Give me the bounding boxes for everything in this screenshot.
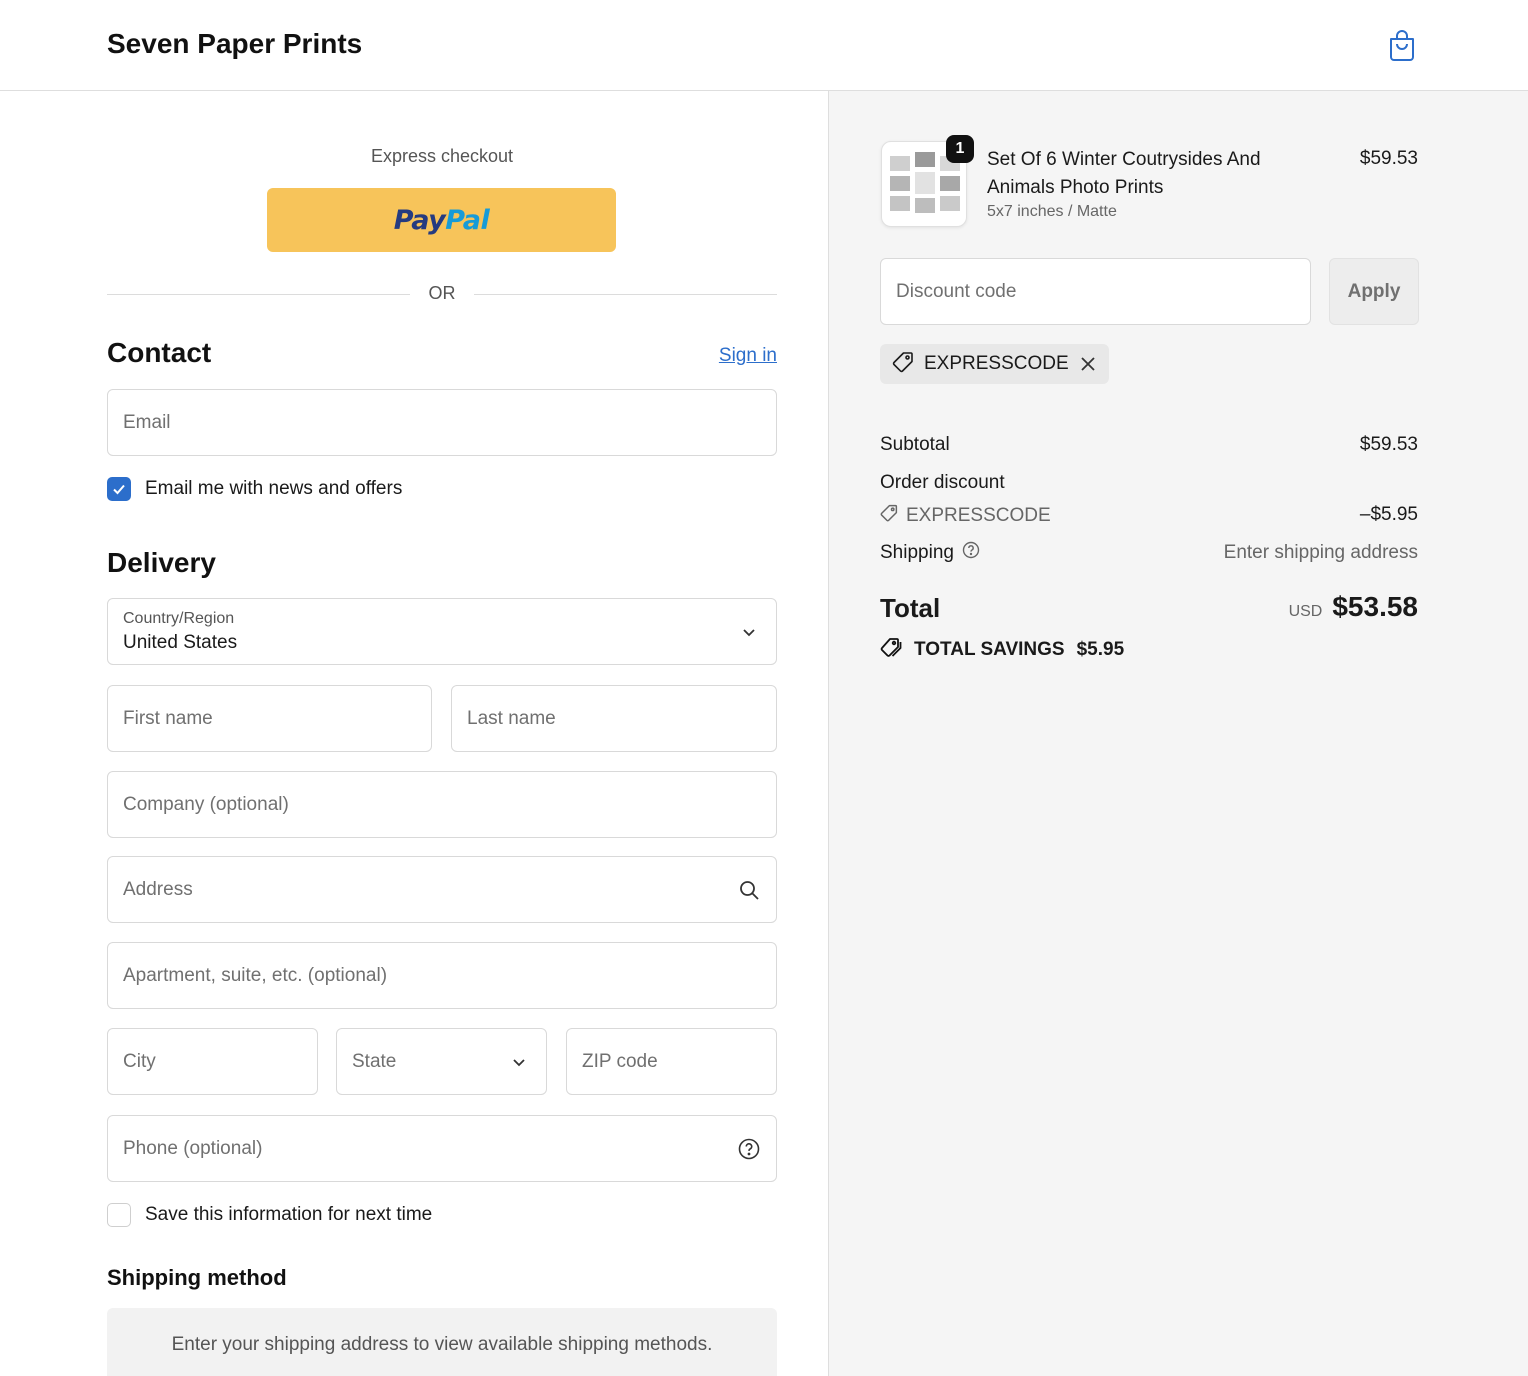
city-input[interactable]: [123, 1050, 302, 1073]
paypal-logo-pay: Pay: [393, 204, 446, 236]
shipping-row-label: Shipping: [880, 541, 980, 565]
state-select-label: State: [352, 1050, 397, 1072]
first-name-input[interactable]: [123, 707, 416, 730]
total-savings: TOTAL SAVINGS $5.95: [880, 636, 1124, 664]
sign-in-link[interactable]: Sign in: [719, 345, 777, 367]
chevron-down-icon: [508, 1051, 530, 1073]
save-info-label: Save this information for next time: [145, 1204, 433, 1225]
last-name-field[interactable]: [451, 685, 777, 752]
product-price: $59.53: [1359, 148, 1418, 169]
tag-icon: [892, 351, 914, 378]
paypal-button[interactable]: PayPal: [267, 188, 616, 252]
header: Seven Paper Prints: [0, 0, 1528, 91]
discount-code-field[interactable]: [880, 258, 1311, 325]
order-discount-code-text: EXPRESSCODE: [906, 505, 1051, 526]
address-input[interactable]: [123, 878, 761, 901]
order-summary: 1 Set Of 6 Winter Coutrysides And Animal…: [828, 91, 1528, 1376]
company-field[interactable]: [107, 771, 777, 838]
news-offers-checkbox-row[interactable]: Email me with news and offers: [107, 477, 402, 501]
divider-line-right: [474, 294, 777, 295]
zip-input[interactable]: [582, 1050, 761, 1073]
shipping-method-message: Enter your shipping address to view avai…: [107, 1308, 777, 1376]
email-field[interactable]: [107, 389, 777, 456]
city-field[interactable]: [107, 1028, 318, 1095]
apply-discount-button[interactable]: Apply: [1329, 258, 1419, 325]
apartment-field[interactable]: [107, 942, 777, 1009]
email-input[interactable]: [123, 411, 761, 434]
address-field[interactable]: [107, 856, 777, 923]
news-offers-label: Email me with news and offers: [145, 478, 403, 499]
company-input[interactable]: [123, 793, 761, 816]
search-icon[interactable]: [738, 879, 760, 901]
apartment-input[interactable]: [123, 964, 761, 987]
save-info-checkbox[interactable]: [107, 1203, 131, 1227]
state-select[interactable]: State: [336, 1028, 547, 1095]
save-info-checkbox-row[interactable]: Save this information for next time: [107, 1203, 432, 1227]
order-discount-label: Order discount: [880, 472, 1005, 493]
total-label: Total: [880, 593, 941, 623]
express-checkout-label: Express checkout: [370, 146, 514, 166]
contact-title: Contact: [107, 337, 212, 368]
country-value: United States: [123, 632, 238, 653]
subtotal-value: $59.53: [1359, 434, 1418, 455]
discount-code-input[interactable]: [896, 280, 1295, 303]
savings-label: TOTAL SAVINGS: [914, 639, 1065, 660]
paypal-logo-pal: Pal: [445, 204, 490, 236]
total-currency: USD: [1288, 603, 1323, 620]
checkmark-icon: [113, 484, 125, 495]
subtotal-label: Subtotal: [880, 434, 950, 455]
chevron-down-icon: [738, 621, 760, 643]
news-offers-checkbox[interactable]: [107, 477, 131, 501]
phone-input[interactable]: [123, 1137, 761, 1160]
applied-code-text: EXPRESSCODE: [924, 353, 1069, 374]
first-name-field[interactable]: [107, 685, 432, 752]
total-amount: $53.58: [1332, 591, 1418, 622]
quantity-badge: 1: [946, 135, 974, 163]
order-discount-value: –$5.95: [1359, 504, 1418, 525]
zip-field[interactable]: [566, 1028, 777, 1095]
applied-discount-chip: EXPRESSCODE: [880, 344, 1109, 384]
tag-icon: [880, 504, 898, 528]
country-label: Country/Region: [123, 610, 235, 627]
phone-field[interactable]: [107, 1115, 777, 1182]
remove-discount-icon[interactable]: [1079, 355, 1097, 373]
country-select[interactable]: Country/Region United States: [107, 598, 777, 665]
delivery-title: Delivery: [107, 547, 216, 578]
brand-title[interactable]: Seven Paper Prints: [107, 28, 362, 60]
checkout-form: Express checkout PayPal OR Contact Sign …: [107, 91, 777, 1376]
tags-icon: [880, 636, 902, 664]
shipping-value: Enter shipping address: [1223, 542, 1418, 563]
shipping-label: Shipping: [880, 542, 954, 563]
product-title: Set Of 6 Winter Coutrysides And Animals …: [987, 149, 1261, 198]
product-variant: 5x7 inches / Matte: [987, 203, 1117, 220]
help-circle-icon[interactable]: [738, 1138, 760, 1160]
shopping-bag-icon[interactable]: [1386, 28, 1418, 62]
total-value-group: USD $53.58: [1289, 591, 1418, 623]
savings-value: $5.95: [1076, 639, 1125, 660]
shipping-method-title: Shipping method: [107, 1265, 287, 1290]
or-divider: OR: [107, 283, 777, 307]
order-discount-code: EXPRESSCODE: [880, 504, 1051, 528]
paypal-logo: PayPal: [394, 205, 490, 236]
help-circle-icon[interactable]: [962, 541, 980, 565]
last-name-input[interactable]: [467, 707, 761, 730]
